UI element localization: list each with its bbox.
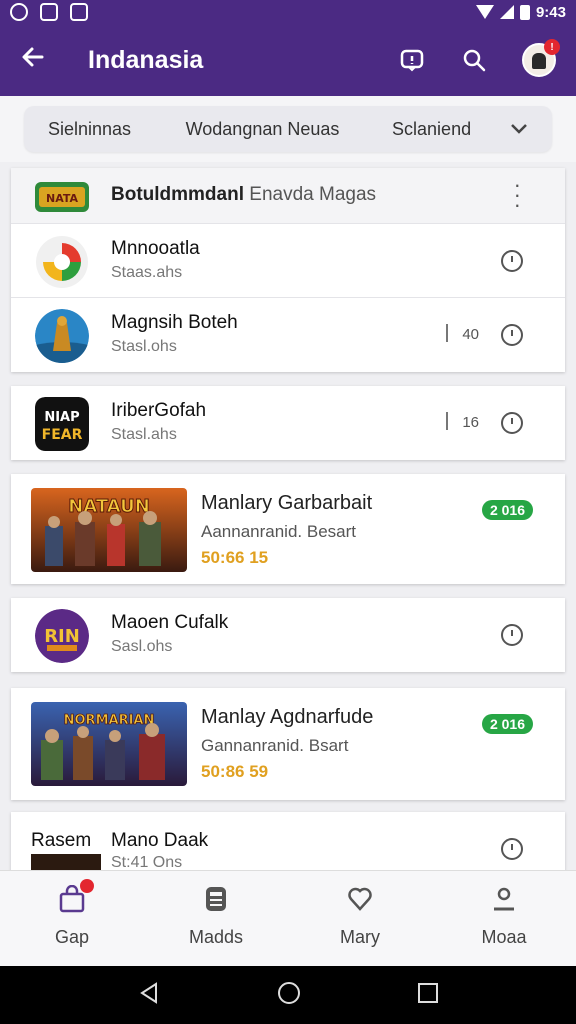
list-item[interactable]: NIAP FEAR IriberGofah Stasl.ahs 16 [11,386,565,460]
back-triangle-icon[interactable] [137,981,161,1010]
chevron-down-icon[interactable] [510,119,528,140]
app-prefix: Rasem [31,830,92,851]
game-banner-image: NATAUN [31,488,187,572]
avatar[interactable]: ! [522,39,560,77]
svg-text:NIAP: NIAP [44,410,79,425]
app-list-card: RIN Maoen Cufalk Sasl.ohs [11,598,565,672]
nav-item-gap[interactable]: Gap [0,871,144,966]
app-icon: NIAP FEAR [35,397,89,451]
heart-icon [346,885,374,913]
info-icon[interactable] [501,250,523,272]
filter-option-2[interactable]: Wodangnan Neuas [186,119,392,140]
promo-card[interactable]: NORMARIAN Manlay Agdnarfude Gannanranid.… [11,688,565,800]
app-icon [35,309,89,363]
notification-icon [40,3,58,21]
battery-icon [519,4,530,20]
filter-option-1[interactable]: Sielninnas [48,119,186,140]
nav-label: Madds [188,927,244,947]
clock: 9:43 [535,3,566,21]
game-logo-icon: NATA [35,178,89,216]
promo-title: Manlary Garbarbait [201,492,373,514]
list-item[interactable]: Mnnooatla Staas.ahs [11,224,565,298]
info-icon[interactable] [501,324,523,346]
notification-dot [80,879,94,893]
item-count: 40 [446,324,479,343]
svg-text:FEAR: FEAR [42,427,83,443]
filter-bar: Sielninnas Wodangnan Neuas Sclaniend [0,96,576,162]
list-item[interactable]: Magnsih Boteh Stasl.ohs 40 [11,298,565,372]
info-icon[interactable] [501,412,523,434]
app-subtitle: Staas.ahs [111,264,183,281]
avatar-face-icon [532,53,546,69]
more-vert-icon[interactable]: · · · [514,174,521,216]
back-arrow-icon[interactable] [20,44,60,77]
calculator-icon [202,885,230,913]
promo-title: Manlay Agdnarfude [201,706,374,728]
svg-text:NATA: NATA [46,192,79,205]
bag-icon [58,879,94,913]
app-name: Mnnooatla [111,238,200,259]
svg-text:NORMARIAN: NORMARIAN [64,713,155,728]
list-header: NATA Botuldmmdanl Enavda Magas · · · [11,168,565,224]
notification-icon [10,3,28,21]
promo-subtitle: Gannanranid. Bsart [201,736,349,755]
app-name: Mano Daak [111,830,209,851]
search-icon[interactable] [460,46,488,74]
list-item[interactable]: RIN Maoen Cufalk Sasl.ohs [11,598,565,672]
wifi-icon [475,5,494,19]
nav-label: Gap [54,927,90,947]
shield-icon [70,3,88,21]
nav-item-moaa[interactable]: Moaa [432,871,576,966]
app-subtitle: Sasl.ohs [111,638,173,655]
filter-dropdown[interactable]: Sielninnas Wodangnan Neuas Sclaniend [24,106,552,152]
status-bar: 9:43 [0,0,576,24]
nav-item-mary[interactable]: Mary [288,871,432,966]
promo-badge: 2 016 [481,714,533,734]
app-name: IriberGofah [111,400,207,421]
promo-subtitle: Aannanranid. Besart [201,522,356,541]
info-icon[interactable] [501,624,523,646]
list-header-title: Botuldmmdanl Enavda Magas [111,184,377,205]
nav-label: Moaa [481,927,527,947]
promo-price: 50:66 15 [201,548,269,567]
app-list-card: NIAP FEAR IriberGofah Stasl.ahs 16 [11,386,565,460]
page-title: Indanasia [88,45,204,74]
filter-option-3[interactable]: Sclaniend [392,119,510,140]
info-icon[interactable] [501,838,523,860]
person-icon [490,885,518,913]
nav-item-madds[interactable]: Madds [144,871,288,966]
game-banner-image: NORMARIAN [31,702,187,786]
notification-badge: ! [544,39,560,55]
app-name: Magnsih Boteh [111,312,238,333]
bottom-navigation: Gap Madds Mary Moaa [0,870,576,966]
chat-icon[interactable] [398,46,426,74]
item-count: 16 [446,412,479,431]
app-icon: RIN [35,609,89,663]
app-list-card: NATA Botuldmmdanl Enavda Magas · · · Mnnoo… [11,168,565,372]
promo-badge: 2 016 [481,500,533,520]
app-subtitle: Stasl.ohs [111,338,177,355]
app-subtitle: Stasl.ahs [111,426,177,443]
app-bar: Indanasia ! [0,24,576,96]
nav-label: Mary [340,927,380,947]
svg-text:RIN: RIN [44,626,80,647]
signal-icon [499,5,514,19]
system-navigation [0,966,576,1024]
promo-card[interactable]: NATAUN Manlary Garbarbait Aannanranid. B… [11,474,565,584]
home-circle-icon[interactable] [276,980,302,1011]
promo-price: 50:86 59 [201,762,269,781]
app-icon [35,235,89,289]
app-name: Maoen Cufalk [111,612,229,633]
recents-square-icon[interactable] [417,982,439,1009]
